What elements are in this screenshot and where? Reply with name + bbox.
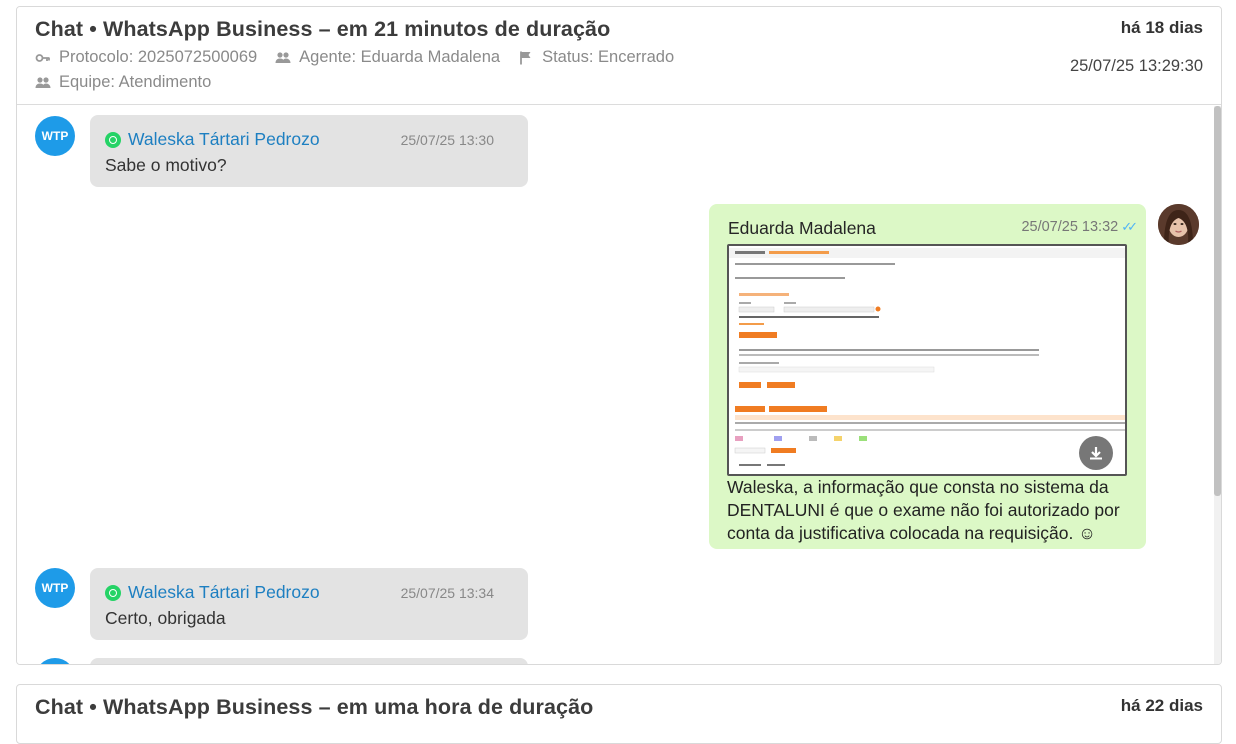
users-icon <box>275 50 291 66</box>
flag-icon <box>518 50 534 66</box>
chat-title: Chat • WhatsApp Business – em uma hora d… <box>35 695 594 719</box>
chat-meta-row-team: Equipe: Atendimento <box>35 73 229 92</box>
avatar: WTP <box>35 568 75 608</box>
team-info: Equipe: Atendimento <box>35 73 211 92</box>
message-text: Certo, obrigada <box>105 608 226 628</box>
key-icon <box>35 50 51 66</box>
whatsapp-icon <box>105 131 121 148</box>
message-bubble-incoming <box>90 658 528 664</box>
message-sender: Eduarda Madalena <box>728 218 876 238</box>
status-label: Status: Encerrado <box>542 48 675 66</box>
message-time: 25/07/25 13:34 <box>400 585 494 601</box>
message-bubble-incoming: Waleska Tártari Pedrozo 25/07/25 13:30 S… <box>90 115 528 187</box>
message-text: Waleska, a informação que consta no sist… <box>727 477 1120 543</box>
chat-header[interactable]: Chat • WhatsApp Business – em 21 minutos… <box>17 7 1221 105</box>
protocol-label: Protocolo: 2025072500069 <box>59 48 258 66</box>
chat-datetime: 25/07/25 13:29:30 <box>1069 57 1203 75</box>
message-bubble-outgoing: Eduarda Madalena 25/07/25 13:32 ✓✓ Wales… <box>709 204 1146 549</box>
protocol-info: Protocolo: 2025072500069 <box>35 48 257 67</box>
message-bubble-incoming: Waleska Tártari Pedrozo 25/07/25 13:34 C… <box>90 568 528 640</box>
avatar: WTP <box>35 116 75 156</box>
message-time-row: 25/07/25 13:32 ✓✓ <box>1021 219 1138 235</box>
download-icon[interactable] <box>1079 436 1113 470</box>
sender-name: Waleska Tártari Pedrozo <box>128 129 320 149</box>
chat-scrollbar-thumb[interactable] <box>1214 106 1221 496</box>
agent-avatar <box>1158 204 1199 245</box>
sender-name: Waleska Tártari Pedrozo <box>128 582 320 602</box>
chat-relative-time: há 18 dias <box>1120 18 1203 37</box>
chat-title: Chat • WhatsApp Business – em 21 minutos… <box>35 17 611 41</box>
attachment-screenshot-thumbnail <box>729 246 1125 474</box>
chat-relative-time: há 22 dias <box>1120 696 1203 715</box>
chat-card: Chat • WhatsApp Business – em 21 minutos… <box>16 6 1222 665</box>
chat-card: Chat • WhatsApp Business – em uma hora d… <box>16 684 1222 744</box>
message-time: 25/07/25 13:30 <box>400 132 494 148</box>
message-sender[interactable]: Waleska Tártari Pedrozo <box>105 129 320 150</box>
chat-messages[interactable]: WTP Waleska Tártari Pedrozo 25/07/25 13:… <box>17 106 1221 664</box>
message-text: Sabe o motivo? <box>105 155 227 175</box>
agent-info: Agente: Eduarda Madalena <box>275 48 500 67</box>
agent-label: Agente: Eduarda Madalena <box>299 48 501 66</box>
message-sender[interactable]: Waleska Tártari Pedrozo <box>105 582 320 603</box>
read-ticks-icon: ✓✓ <box>1121 219 1138 234</box>
users-icon <box>35 75 51 91</box>
message-time: 25/07/25 13:32 <box>1021 219 1119 235</box>
avatar <box>35 658 75 664</box>
whatsapp-icon <box>105 584 121 601</box>
image-attachment[interactable] <box>727 244 1127 476</box>
team-label: Equipe: Atendimento <box>59 73 212 91</box>
chat-meta-row: Protocolo: 2025072500069 Agente: Eduarda… <box>35 48 692 67</box>
status-info: Status: Encerrado <box>518 48 674 67</box>
